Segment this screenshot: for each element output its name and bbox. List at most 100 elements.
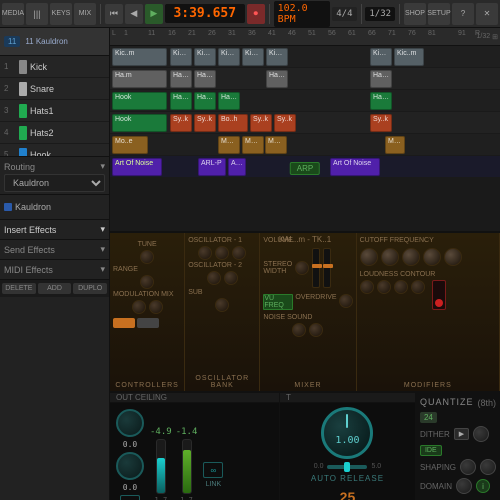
clip-hats2-6[interactable]: Sy..k: [274, 114, 296, 132]
instrument-display[interactable]: Kauldron: [15, 202, 51, 212]
res-knob[interactable]: [381, 248, 399, 266]
back-btn[interactable]: ◀: [125, 4, 143, 24]
track-item-5[interactable]: 5 Hook: [0, 144, 109, 156]
track-item-1[interactable]: 1 Kick: [0, 56, 109, 78]
switch-2[interactable]: [137, 318, 159, 328]
release-knob[interactable]: [411, 280, 425, 294]
clip-hook-5[interactable]: Mo..e: [385, 136, 405, 154]
send-effects-label[interactable]: Send Effects ▾: [4, 242, 105, 257]
clip-hats1-5[interactable]: Ha..m: [370, 92, 392, 110]
clip-kick-6[interactable]: Kic..m: [266, 48, 288, 66]
link-icon-2[interactable]: ∞: [203, 462, 223, 478]
media-icon[interactable]: MEDIA: [2, 3, 24, 25]
track-item-3[interactable]: 3 Hats1: [0, 100, 109, 122]
add-btn[interactable]: ADD: [38, 283, 72, 294]
keys-icon[interactable]: KEYS: [50, 3, 72, 25]
clip-hats2-4[interactable]: Bo..h: [218, 114, 248, 132]
mod-mix-knob-2[interactable]: [149, 300, 163, 314]
env-knob[interactable]: [402, 248, 420, 266]
mixer-btn[interactable]: MIX: [74, 3, 96, 25]
meter1-track[interactable]: [156, 439, 166, 494]
tune-knob-1[interactable]: [140, 250, 154, 264]
osc1-k1[interactable]: [198, 246, 212, 260]
track-item-4[interactable]: 4 Hats2: [0, 122, 109, 144]
vol-slider-2[interactable]: [323, 248, 331, 288]
record-btn[interactable]: ⏺: [247, 4, 265, 24]
decay-knob[interactable]: [377, 280, 391, 294]
osc2-k2[interactable]: [224, 271, 238, 285]
setup-icon[interactable]: SETUP: [428, 3, 450, 25]
auto-release-knob[interactable]: 1.00: [321, 407, 373, 459]
clip-kick-5[interactable]: Kic..m: [242, 48, 264, 66]
clip-hook-3[interactable]: Mo..a: [242, 136, 264, 154]
vol-slider-1[interactable]: [312, 248, 320, 288]
sustain-knob[interactable]: [394, 280, 408, 294]
dither-knob[interactable]: [473, 426, 489, 442]
clip-snare-2[interactable]: Ha.m: [170, 70, 192, 88]
clip-hats2-7[interactable]: Sy..k: [370, 114, 392, 132]
clip-hook-4[interactable]: Mo..e: [265, 136, 287, 154]
rewind-btn[interactable]: ⏮: [105, 4, 123, 24]
clip-kick-4[interactable]: Kic..m: [218, 48, 240, 66]
arp-button[interactable]: ARP: [290, 162, 320, 175]
midi-effects-label[interactable]: MIDI Effects ▾: [4, 262, 105, 277]
switch-1[interactable]: [113, 318, 135, 328]
ar-slider[interactable]: [327, 465, 367, 469]
clip-kick-3[interactable]: Kic..m: [194, 48, 216, 66]
play-btn[interactable]: ▶: [145, 4, 163, 24]
shaping-knob-2[interactable]: [480, 459, 496, 475]
stereo-knob[interactable]: [295, 261, 309, 275]
routing-label[interactable]: Routing ▾: [4, 159, 105, 174]
help-icon[interactable]: ?: [452, 3, 474, 25]
clip-hook-1[interactable]: Mo..e: [112, 136, 148, 154]
noise-k1[interactable]: [292, 323, 306, 337]
cutoff-knob[interactable]: [360, 248, 378, 266]
clip-art-3[interactable]: ARL-P: [228, 158, 246, 176]
clip-kick-1[interactable]: Kic..m: [112, 48, 167, 66]
track-item-2[interactable]: 2 Snare: [0, 78, 109, 100]
sub-k1[interactable]: [215, 298, 229, 312]
clip-art-4[interactable]: Art Of Noise: [330, 158, 380, 176]
clip-kick-8[interactable]: Kic..m: [394, 48, 424, 66]
close-icon[interactable]: ✕: [476, 3, 498, 25]
info-icon[interactable]: i: [476, 479, 490, 493]
shop-icon[interactable]: SHOP: [404, 3, 426, 25]
osc1-k3[interactable]: [232, 246, 246, 260]
leveler-knob-2[interactable]: [116, 452, 144, 480]
quantize-value-badge[interactable]: 24: [420, 412, 437, 423]
clip-hats2-1[interactable]: Hook: [112, 114, 167, 132]
clip-hats2-5[interactable]: Sy..k: [250, 114, 272, 132]
noise-k2[interactable]: [309, 323, 323, 337]
clip-hats1-3[interactable]: Ha..m: [194, 92, 216, 110]
clip-hats2-3[interactable]: Sy..k: [194, 114, 216, 132]
vol-knob[interactable]: [444, 248, 462, 266]
clip-snare-5[interactable]: Ha..m: [370, 70, 392, 88]
clip-kick-7[interactable]: Kic.m: [370, 48, 392, 66]
domain-knob[interactable]: [456, 478, 472, 494]
meter2-track[interactable]: [182, 439, 192, 494]
insert-effects-label[interactable]: Insert Effects ▾: [4, 222, 105, 237]
range-knob[interactable]: [140, 275, 154, 289]
osc2-k1[interactable]: [207, 271, 221, 285]
clip-art-1[interactable]: Art Of Noise: [112, 158, 162, 176]
leveler-knob-1[interactable]: [116, 409, 144, 437]
bpm-display[interactable]: 102.0 BPM: [274, 1, 331, 27]
clip-snare-4[interactable]: Ha.m: [266, 70, 288, 88]
attack-knob[interactable]: [360, 280, 374, 294]
ide-btn[interactable]: IDE: [420, 445, 442, 456]
clip-snare-3[interactable]: Ha.m: [194, 70, 216, 88]
clip-hats1-2[interactable]: Ha..m: [170, 92, 192, 110]
mixer-icon[interactable]: |||: [26, 3, 48, 25]
dither-btn[interactable]: ▶: [454, 428, 469, 440]
link-icon-1[interactable]: ∞: [120, 495, 140, 500]
osc1-k2[interactable]: [215, 246, 229, 260]
clip-snare-1[interactable]: Ha.m: [112, 70, 167, 88]
clip-hook-2[interactable]: Mo..e: [218, 136, 240, 154]
division-display[interactable]: 1/32: [365, 7, 395, 21]
clip-hats1-4[interactable]: Ha..m: [218, 92, 240, 110]
mod-mix-knob[interactable]: [132, 300, 146, 314]
routing-dropdown[interactable]: Kauldron: [4, 174, 105, 192]
clip-kick-2[interactable]: Kic..m: [170, 48, 192, 66]
track-list[interactable]: 1 Kick 2 Snare 3 Hats1 4 Hats2 5: [0, 56, 109, 156]
duplo-btn[interactable]: DUPLO: [73, 283, 107, 294]
